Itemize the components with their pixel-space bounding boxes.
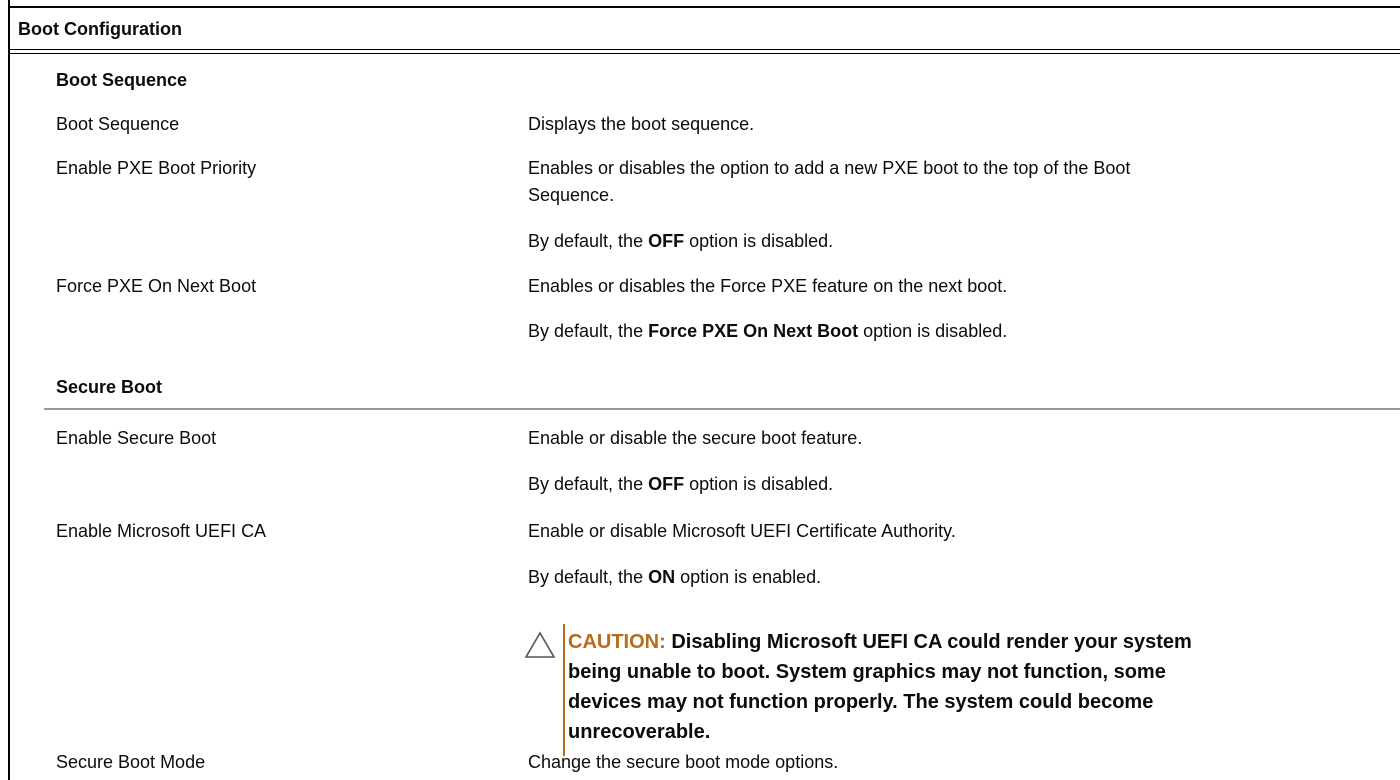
caution-text-line: devices may not function properly. The s… [568,691,1154,713]
setting-desc-boot-sequence: Displays the boot sequence. [528,114,755,134]
caution-notice: CAUTION: Disabling Microsoft UEFI CA cou… [552,627,1372,747]
setting-desc-secure-boot: Enable or disable the secure boot featur… [528,428,863,448]
setting-label-force-pxe-on-next-boot: Force PXE On Next Boot [56,276,257,296]
section-heading-secure-boot: Secure Boot [56,377,163,397]
setting-default-pxe-priority: By default, the OFF option is disabled. [528,231,834,251]
setting-label-secure-boot-mode: Secure Boot Mode [56,752,206,772]
caution-label: CAUTION: [568,631,666,653]
section-divider [44,408,1400,410]
setting-label-enable-pxe-boot-priority: Enable PXE Boot Priority [56,158,257,178]
caution-text-line: being unable to boot. System graphics ma… [568,661,1166,683]
setting-desc-secure-boot-mode: Change the secure boot mode options. [528,752,839,772]
setting-desc-line: Enables or disables the option to add a … [528,158,1131,178]
setting-label-boot-sequence: Boot Sequence [56,114,180,134]
setting-default-force-pxe: By default, the Force PXE On Next Boot o… [528,321,1008,341]
setting-default-uefi-ca: By default, the ON option is enabled. [528,567,822,587]
page-title: Boot Configuration [18,19,182,39]
section-heading-boot-sequence: Boot Sequence [56,70,188,90]
setting-desc-line: Sequence. [528,185,615,205]
setting-desc-force-pxe: Enables or disables the Force PXE featur… [528,276,1008,296]
caution-text-line: Disabling Microsoft UEFI CA could render… [665,631,1192,653]
setting-default-secure-boot: By default, the OFF option is disabled. [528,474,834,494]
setting-label-enable-secure-boot: Enable Secure Boot [56,428,217,448]
setting-desc-uefi-ca: Enable or disable Microsoft UEFI Certifi… [528,521,956,541]
setting-label-enable-microsoft-uefi-ca: Enable Microsoft UEFI CA [56,521,267,541]
caution-text-line: unrecoverable. [568,721,711,743]
table-title-bar: Boot Configuration [8,6,1400,54]
